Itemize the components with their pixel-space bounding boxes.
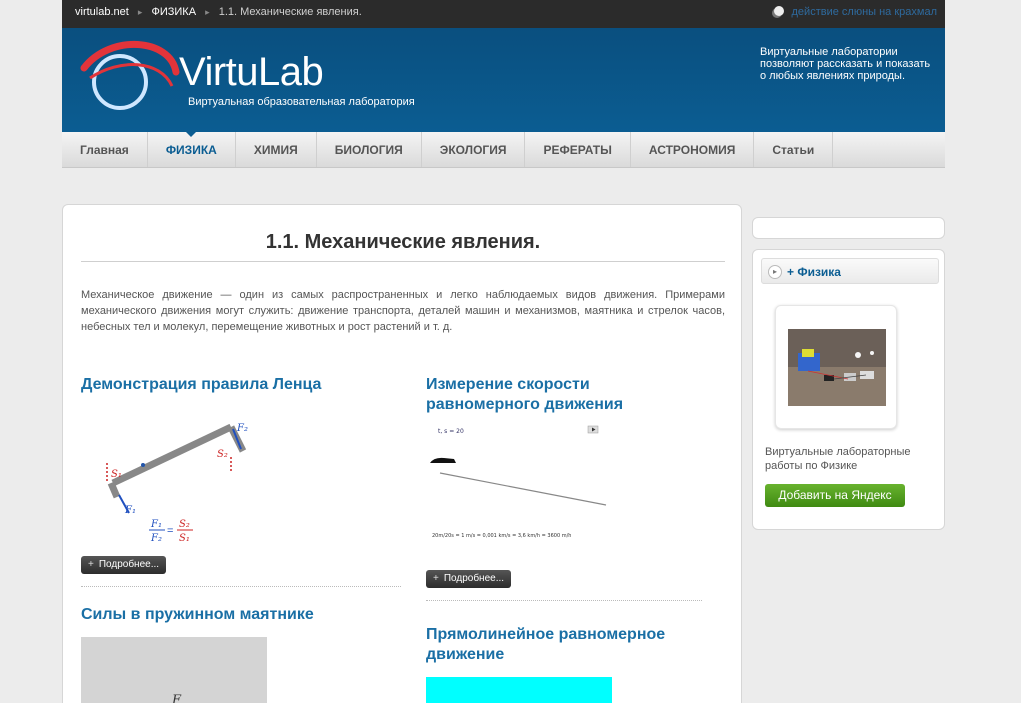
divider bbox=[426, 600, 702, 601]
nav-item-chemistry[interactable]: ХИМИЯ bbox=[236, 132, 317, 167]
lab-thumbnail bbox=[788, 329, 886, 406]
svg-text:=: = bbox=[167, 525, 173, 537]
main-content: 1.1. Механические явления. Механическое … bbox=[62, 204, 742, 703]
article-card: Демонстрация правила Ленца F₂ S₂ S₁ F₁ F… bbox=[81, 375, 401, 587]
sidebar-head[interactable]: ▸ + Физика bbox=[761, 258, 939, 284]
more-button-label: Подробнее... bbox=[98, 559, 160, 570]
article-card: Силы в пружинном маятнике F bbox=[81, 605, 401, 703]
sidebar-thumbnail-frame[interactable] bbox=[775, 305, 897, 429]
main-nav: Главная ФИЗИКА ХИМИЯ БИОЛОГИЯ ЭКОЛОГИЯ Р… bbox=[62, 132, 945, 168]
sidebar-caption: Виртуальные лабораторные работы по Физик… bbox=[765, 446, 911, 472]
logo-icon[interactable] bbox=[80, 38, 180, 120]
eq-num-2: S₂ bbox=[179, 519, 190, 530]
nav-item-articles[interactable]: Статьи bbox=[754, 132, 834, 167]
breadcrumb: virtulab.net ▸ ФИЗИКА ▸ 1.1. Механически… bbox=[75, 6, 362, 18]
add-to-yandex-button[interactable]: Добавить на Яндекс bbox=[765, 484, 905, 507]
spring-image[interactable]: F bbox=[81, 637, 267, 703]
sidebar-head-label: + Физика bbox=[787, 265, 841, 279]
breadcrumb-separator-icon: ▸ bbox=[137, 7, 143, 17]
article-title-speed[interactable]: Измерение скорости равномерного движения bbox=[426, 375, 702, 415]
sidebar: ▸ + Физика Виртуальные лабораторные рабо… bbox=[752, 249, 945, 530]
article-card: Прямолинейное равномерное движение bbox=[426, 625, 702, 703]
article-title-uniform[interactable]: Прямолинейное равномерное движение bbox=[426, 625, 702, 665]
header-note: Виртуальные лаборатории позволяют расска… bbox=[760, 46, 931, 82]
nav-item-physics[interactable]: ФИЗИКА bbox=[148, 132, 236, 167]
eq-num-1: F₁ bbox=[150, 519, 162, 530]
breadcrumb-site-link[interactable]: virtulab.net bbox=[75, 6, 129, 18]
plus-icon: + bbox=[433, 573, 439, 584]
uniform-motion-image[interactable] bbox=[426, 677, 612, 703]
speed-formula: 20m/20s = 1 m/s = 0,001 km/s = 3,6 km/h … bbox=[432, 533, 571, 539]
article-card: Измерение скорости равномерного движения… bbox=[426, 375, 702, 601]
page-title: 1.1. Механические явления. bbox=[81, 231, 725, 262]
pin-icon bbox=[773, 6, 784, 16]
time-label: t, s = 20 bbox=[438, 428, 464, 435]
nav-item-biology[interactable]: БИОЛОГИЯ bbox=[317, 132, 422, 167]
breadcrumb-current: 1.1. Механические явления. bbox=[218, 6, 362, 18]
top-bar: virtulab.net ▸ ФИЗИКА ▸ 1.1. Механически… bbox=[62, 0, 945, 28]
label-f1: F₁ bbox=[124, 505, 136, 516]
eq-den-2: S₁ bbox=[179, 533, 190, 544]
plus-icon: + bbox=[88, 559, 94, 570]
divider bbox=[81, 586, 401, 587]
logo-subtitle: Виртуальная образовательная лаборатория bbox=[188, 96, 415, 108]
nav-item-essays[interactable]: РЕФЕРАТЫ bbox=[525, 132, 631, 167]
label-s1: S₁ bbox=[111, 469, 122, 480]
more-button-lenz[interactable]: + Подробнее... bbox=[81, 556, 167, 574]
more-button-label: Подробнее... bbox=[443, 573, 505, 584]
label-s2: S₂ bbox=[217, 449, 228, 460]
lenz-diagram[interactable]: F₂ S₂ S₁ F₁ F₁ F₂ = S₂ S₁ bbox=[81, 401, 271, 551]
more-button-speed[interactable]: + Подробнее... bbox=[426, 570, 512, 588]
intro-text: Механическое движение — один из самых ра… bbox=[81, 289, 725, 333]
random-link[interactable]: действие слюны на крахмал bbox=[773, 6, 937, 18]
speed-diagram[interactable]: t, s = 20 20m/20s = 1 m/s = 0,001 km/s =… bbox=[426, 421, 612, 561]
breadcrumb-section-link[interactable]: ФИЗИКА bbox=[151, 6, 196, 18]
logo-title[interactable]: VirtuLab bbox=[179, 50, 324, 95]
chevron-right-icon: ▸ bbox=[768, 265, 782, 279]
breadcrumb-separator-icon: ▸ bbox=[205, 7, 210, 17]
nav-item-astronomy[interactable]: АСТРОНОМИЯ bbox=[631, 132, 755, 167]
car-icon bbox=[430, 457, 456, 463]
eq-den-1: F₂ bbox=[150, 533, 162, 544]
random-link-text: действие слюны на крахмал bbox=[791, 6, 937, 18]
label-f2: F₂ bbox=[236, 423, 248, 434]
spring-force-label: F bbox=[172, 693, 182, 703]
nav-item-home[interactable]: Главная bbox=[62, 132, 148, 167]
article-title-spring[interactable]: Силы в пружинном маятнике bbox=[81, 605, 401, 625]
article-title-lenz[interactable]: Демонстрация правила Ленца bbox=[81, 375, 401, 395]
site-header: VirtuLab Виртуальная образовательная лаб… bbox=[62, 28, 945, 132]
sidebar-top-box bbox=[752, 217, 945, 239]
nav-item-ecology[interactable]: ЭКОЛОГИЯ bbox=[422, 132, 526, 167]
